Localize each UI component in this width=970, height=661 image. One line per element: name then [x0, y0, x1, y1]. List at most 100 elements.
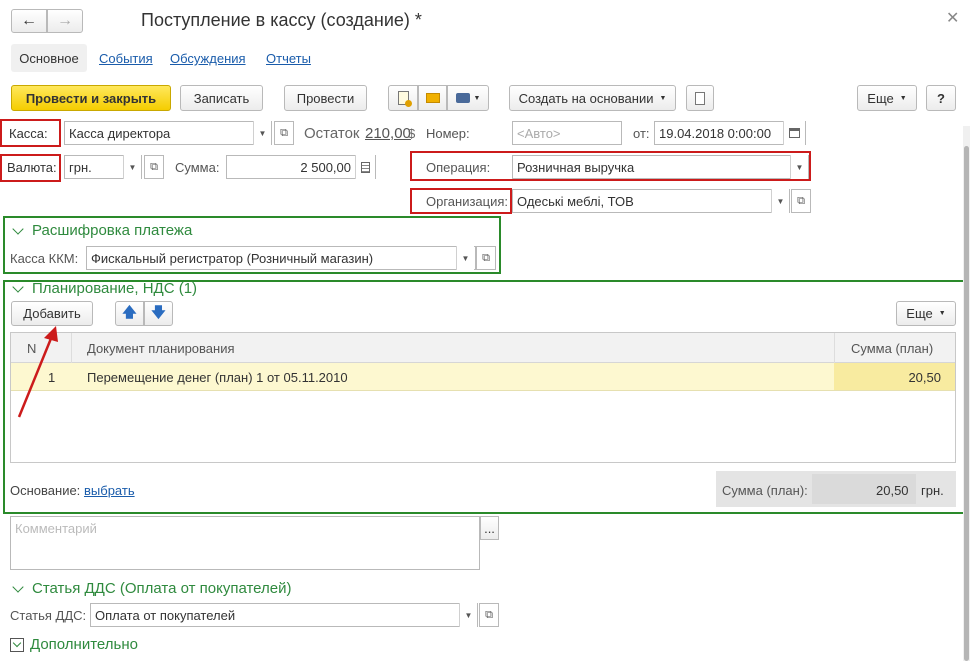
dds-section-header[interactable]: Статья ДДС (Оплата от покупателей): [10, 580, 292, 597]
calendar-icon: [789, 128, 800, 138]
operation-dropdown-button[interactable]: ▼: [790, 155, 808, 179]
chevron-down-icon: ▼: [938, 310, 946, 317]
column-divider: [834, 333, 835, 363]
forward-button[interactable]: →: [47, 9, 83, 33]
currency-dropdown-button[interactable]: ▼: [123, 155, 141, 179]
sum-value: 2 500,00: [300, 159, 351, 175]
table-header: N Документ планирования Сумма (план): [11, 333, 955, 363]
balance-currency: $: [408, 126, 416, 141]
arrow-left-icon: ←: [21, 12, 37, 29]
kkm-label: Касса ККМ:: [10, 251, 79, 266]
total-value: 20,50: [876, 483, 909, 498]
print-button[interactable]: ▼: [447, 85, 489, 111]
chevron-down-icon: [12, 580, 24, 593]
date-value: 19.04.2018 0:00:00: [659, 125, 772, 141]
basis-label: Основание:: [10, 483, 81, 498]
dds-field[interactable]: Оплата от покупателей: [90, 603, 478, 627]
save-button[interactable]: Записать: [180, 85, 263, 111]
create-based-on-label: Создать на основании: [518, 90, 654, 106]
organization-label: Организация:: [426, 194, 509, 209]
planning-more-button[interactable]: Еще ▼: [896, 301, 956, 326]
planning-section-header[interactable]: Планирование, НДС (1): [10, 280, 197, 297]
more-label: Еще: [867, 90, 894, 106]
kkm-open-button[interactable]: ⧉: [476, 246, 496, 270]
chevron-down-icon: [12, 222, 24, 235]
tab-reports[interactable]: Отчеты: [266, 51, 311, 66]
balance-value[interactable]: 210,00: [365, 125, 411, 142]
chevron-down-icon: ▼: [659, 94, 667, 102]
window-title: Поступление в кассу (создание) *: [141, 10, 422, 30]
column-header-sum[interactable]: Сумма (план): [851, 341, 933, 356]
row-document: Перемещение денег (план) 1 от 05.11.2010: [87, 370, 348, 385]
operation-label: Операция:: [426, 160, 491, 175]
number-field[interactable]: <Авто>: [512, 121, 622, 145]
dds-dropdown-button[interactable]: ▼: [459, 603, 477, 627]
operation-value: Розничная выручка: [517, 159, 635, 175]
report-button[interactable]: [388, 85, 418, 111]
cash-open-button[interactable]: ⧉: [274, 121, 294, 145]
checkbox-chevron-icon: [10, 637, 24, 652]
extra-section-header[interactable]: Дополнительно: [10, 636, 138, 653]
back-button[interactable]: ←: [11, 9, 47, 33]
chevron-down-icon: ▼: [899, 94, 907, 102]
dds-label: Статья ДДС:: [10, 608, 87, 623]
kkm-field[interactable]: Фискальный регистратор (Розничный магази…: [86, 246, 476, 270]
sum-label: Сумма:: [175, 160, 220, 175]
table-row[interactable]: 1 Перемещение денег (план) 1 от 05.11.20…: [11, 363, 955, 391]
payment-section-header[interactable]: Расшифровка платежа: [10, 222, 192, 239]
comment-expand-button[interactable]: ...: [480, 516, 499, 540]
document-report-icon: [397, 91, 412, 107]
scrollbar-thumb[interactable]: [964, 146, 969, 661]
planning-section-title: Планирование, НДС (1): [32, 280, 198, 297]
post-and-close-button[interactable]: Провести и закрыть: [11, 85, 171, 111]
move-up-button[interactable]: 🡅: [115, 301, 144, 326]
open-window-icon: ⧉: [797, 194, 805, 207]
arrow-down-icon: 🡇: [151, 303, 166, 320]
basis-select-link[interactable]: выбрать: [84, 483, 135, 498]
organization-field[interactable]: Одеські меблі, ТОВ: [512, 189, 790, 213]
column-divider: [71, 333, 72, 363]
number-label: Номер:: [426, 126, 470, 141]
column-header-document[interactable]: Документ планирования: [87, 341, 235, 356]
comment-field[interactable]: Комментарий: [10, 516, 480, 570]
organization-open-button[interactable]: ⧉: [791, 189, 811, 213]
calendar-button[interactable]: [783, 121, 805, 145]
move-down-button[interactable]: 🡇: [144, 301, 173, 326]
envelope-icon: [425, 93, 440, 103]
create-based-on-button[interactable]: Создать на основании ▼: [509, 85, 676, 111]
currency-value: грн.: [69, 159, 92, 175]
help-button[interactable]: ?: [926, 85, 956, 111]
kkm-dropdown-button[interactable]: ▼: [456, 246, 474, 270]
sum-field[interactable]: 2 500,00: [226, 155, 376, 179]
open-window-icon: ⧉: [485, 608, 493, 621]
scrollbar[interactable]: [963, 126, 970, 661]
chevron-down-icon: [12, 280, 24, 293]
organization-dropdown-button[interactable]: ▼: [771, 189, 789, 213]
post-button[interactable]: Провести: [284, 85, 367, 111]
close-icon[interactable]: ✕: [946, 8, 959, 28]
arrow-right-icon: →: [57, 12, 73, 29]
planning-table: N Документ планирования Сумма (план) 1 П…: [10, 332, 956, 463]
total-label: Сумма (план):: [722, 483, 808, 498]
dds-section-title: Статья ДДС (Оплата от покупателей): [32, 580, 292, 597]
calculator-button[interactable]: [355, 155, 375, 179]
tab-events[interactable]: События: [99, 51, 153, 66]
date-label: от:: [633, 126, 650, 141]
annotation-arrow: [17, 326, 58, 418]
document-list-button[interactable]: [686, 85, 714, 111]
dds-open-button[interactable]: ⧉: [479, 603, 499, 627]
cash-value: Касса директора: [69, 125, 171, 141]
open-window-icon: ⧉: [280, 126, 288, 139]
kkm-value: Фискальный регистратор (Розничный магази…: [91, 250, 374, 266]
email-button[interactable]: [418, 85, 447, 111]
cash-label: Касса:: [9, 126, 48, 141]
total-currency: грн.: [921, 483, 944, 498]
cash-dropdown-button[interactable]: ▼: [253, 121, 271, 145]
tab-main[interactable]: Основное: [11, 44, 87, 72]
currency-open-button[interactable]: ⧉: [144, 155, 164, 179]
cash-field[interactable]: Касса директора: [64, 121, 272, 145]
more-button[interactable]: Еще ▼: [857, 85, 917, 111]
operation-field[interactable]: Розничная выручка: [512, 155, 809, 179]
tab-discussions[interactable]: Обсуждения: [170, 51, 246, 66]
document-icon: [695, 91, 705, 105]
